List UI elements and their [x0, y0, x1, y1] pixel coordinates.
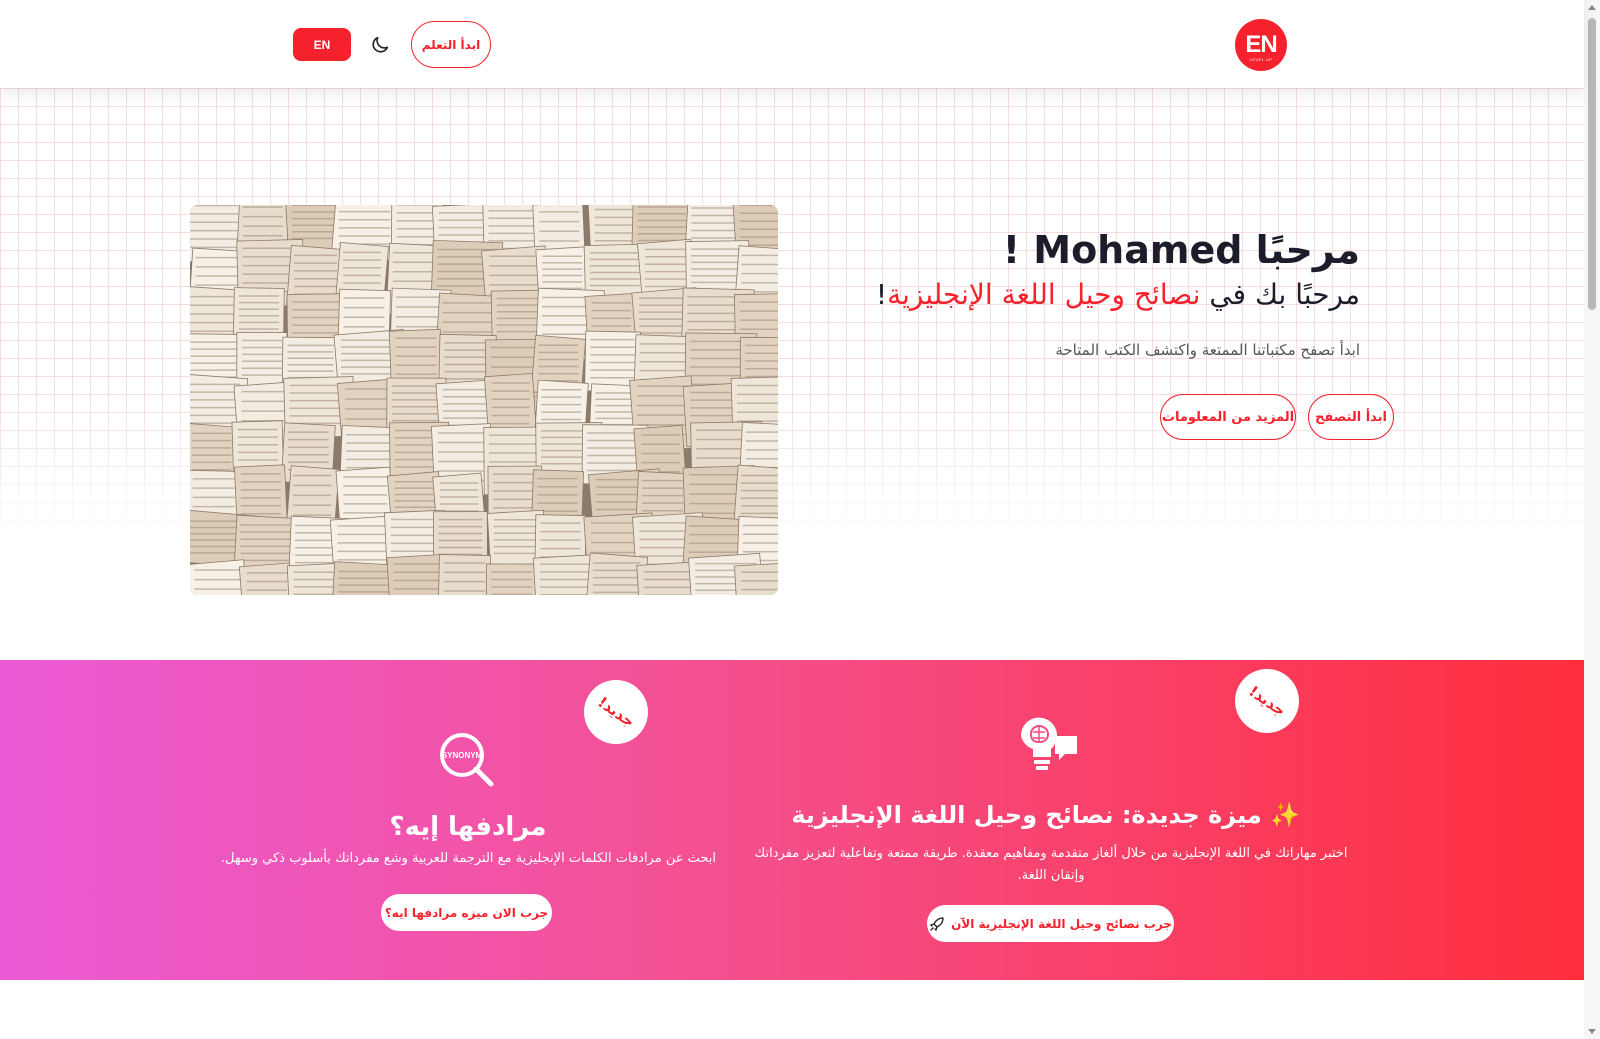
- scroll-up-arrow[interactable]: [1588, 5, 1596, 10]
- synonym-feature-description: ابحث عن مرادفات الكلمات الإنجليزية مع ال…: [220, 851, 716, 866]
- open-books-image: [190, 205, 778, 595]
- scroll-down-arrow[interactable]: [1588, 1029, 1596, 1034]
- try-tips-button[interactable]: جرب نصائح وحيل اللغة الإنجليزية الآن: [927, 905, 1174, 942]
- vertical-scrollbar[interactable]: [1584, 0, 1600, 1039]
- synonym-feature-title: مرادفها إيه؟: [389, 812, 547, 842]
- tips-feature-title-text: ميزة جديدة: نصائح وحيل اللغة الإنجليزية: [791, 801, 1262, 829]
- theme-toggle-button[interactable]: [367, 32, 393, 58]
- site-logo[interactable]: EN LEVEL UP: [1235, 19, 1287, 71]
- book-page: [734, 562, 778, 595]
- start-learning-button[interactable]: ابدأ التعلم: [411, 21, 491, 68]
- synonym-icon-text: SYNONYM: [442, 751, 483, 760]
- book-page: [238, 562, 295, 595]
- more-info-button[interactable]: المزيد من المعلومات: [1160, 394, 1296, 440]
- tips-feature-description: اختبر مهاراتك في اللغة الإنجليزية من خلا…: [754, 846, 1348, 883]
- synonym-magnifier-icon: SYNONYM: [440, 733, 494, 787]
- hero-section: مرحبًا Mohamed ! مرحبًا بك في نصائح وحيل…: [0, 88, 1584, 660]
- logo-text: EN: [1245, 31, 1277, 58]
- try-synonym-button[interactable]: جرب الان ميزه مرادفها ايه؟: [381, 894, 552, 931]
- hero-subtitle-accent: نصائح وحيل اللغة الإنجليزية: [887, 278, 1201, 311]
- book-page: [437, 554, 492, 595]
- hero-description: ابدأ تصفح مكتباتنا الممتعة واكتشف الكتب …: [1055, 341, 1360, 359]
- new-badge: جديد!: [1235, 669, 1299, 733]
- book-page: [485, 563, 538, 595]
- new-badge: جديد!: [584, 680, 648, 744]
- logo-subtext: LEVEL UP: [1249, 57, 1273, 62]
- hero-subtitle: مرحبًا بك في نصائح وحيل اللغة الإنجليزية…: [876, 278, 1360, 311]
- new-badge-label: جديد!: [594, 692, 638, 732]
- book-page: [636, 561, 698, 595]
- moon-icon: [372, 36, 389, 53]
- hero-subtitle-suffix: !: [875, 278, 888, 311]
- tips-feature-title: ✨ ميزة جديدة: نصائح وحيل اللغة الإنجليزي…: [791, 801, 1300, 829]
- scrollbar-thumb[interactable]: [1588, 18, 1596, 310]
- hero-title: مرحبًا Mohamed !: [1002, 228, 1360, 272]
- brain-lightbulb-chat-icon: [1020, 717, 1077, 770]
- hero-subtitle-prefix: مرحبًا بك في: [1200, 278, 1360, 311]
- features-banner: جديد! SYNONYM مرادفها إيه؟ ابحث عن مرادف…: [0, 660, 1584, 980]
- rocket-icon: [929, 916, 944, 931]
- top-navbar: EN LEVEL UP ابدأ التعلم EN: [0, 0, 1584, 88]
- language-switch-button[interactable]: EN: [293, 28, 351, 61]
- try-tips-button-label: جرب نصائح وحيل اللغة الإنجليزية الآن: [951, 916, 1172, 931]
- sparkle-icon: ✨: [1270, 801, 1300, 829]
- start-browsing-button[interactable]: ابدأ التصفح: [1308, 394, 1394, 440]
- new-badge-label: جديد!: [1245, 681, 1289, 721]
